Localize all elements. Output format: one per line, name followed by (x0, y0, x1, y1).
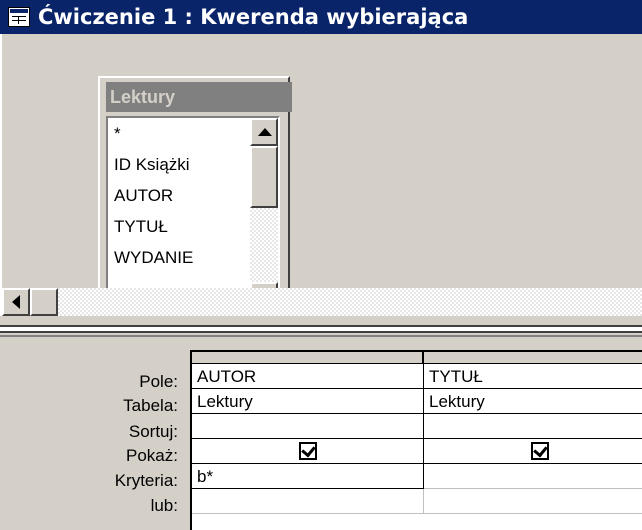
scroll-left-button[interactable] (2, 288, 30, 316)
row-label-criteria: Kryteria: (114, 471, 178, 490)
cell-field[interactable]: TYTUŁ (424, 364, 642, 389)
row-label-table: Tabela: (123, 396, 178, 415)
field-item[interactable]: ID Książki (114, 155, 190, 175)
field-list: * ID Książki AUTOR TYTUŁ WYDANIE (106, 116, 280, 312)
cell-sort[interactable] (192, 414, 424, 439)
window-titlebar[interactable]: Ćwiczenie 1 : Kwerenda wybierająca (0, 0, 642, 34)
field-item[interactable]: TYTUŁ (114, 217, 168, 237)
field-item[interactable]: WYDANIE (114, 248, 193, 268)
cell-show[interactable] (424, 439, 642, 464)
cell-or[interactable] (192, 489, 424, 514)
checkmark-icon (300, 442, 316, 458)
field-item[interactable]: * (114, 124, 121, 144)
arrow-up-icon (258, 128, 272, 136)
field-list-window[interactable]: Lektury * ID Książki AUTOR TYTUŁ WYDANIE (98, 76, 292, 316)
column-selector[interactable] (424, 352, 642, 364)
scroll-thumb[interactable] (250, 146, 278, 208)
query-design-grid: AUTOR Lektury b* TYTUŁ Lektury (190, 350, 642, 530)
cell-table[interactable]: Lektury (192, 389, 424, 414)
cell-table[interactable]: Lektury (424, 389, 642, 414)
arrow-left-icon (12, 295, 20, 309)
window-title: Ćwiczenie 1 : Kwerenda wybierająca (38, 5, 469, 29)
row-label-or: lub: (150, 496, 178, 515)
field-item[interactable]: AUTOR (114, 186, 173, 206)
row-label-show: Pokaż: (126, 446, 178, 465)
row-label-sort: Sortuj: (128, 422, 178, 441)
cell-or[interactable] (424, 489, 642, 514)
design-grid-pane: Pole: Tabela: Sortuj: Pokaż: Kryteria: l… (0, 340, 642, 530)
query-window-icon[interactable] (8, 7, 30, 27)
field-list-title[interactable]: Lektury (106, 82, 292, 112)
cell-criteria[interactable] (424, 464, 642, 489)
cell-sort[interactable] (424, 414, 642, 439)
cell-criteria[interactable]: b* (192, 464, 424, 489)
pane-splitter[interactable] (0, 316, 642, 340)
show-checkbox[interactable] (530, 442, 549, 460)
cell-field[interactable]: AUTOR (192, 364, 424, 389)
table-pane: Lektury * ID Książki AUTOR TYTUŁ WYDANIE (0, 34, 642, 316)
cell-show[interactable] (192, 439, 424, 464)
show-checkbox[interactable] (298, 442, 317, 460)
table-pane-hscroll[interactable] (2, 288, 642, 316)
checkmark-icon (532, 442, 548, 458)
scroll-up-button[interactable] (250, 118, 278, 146)
hscroll-thumb[interactable] (30, 288, 58, 316)
row-label-field: Pole: (139, 372, 178, 391)
field-list-vscroll[interactable] (250, 118, 278, 310)
column-selector[interactable] (192, 352, 424, 364)
